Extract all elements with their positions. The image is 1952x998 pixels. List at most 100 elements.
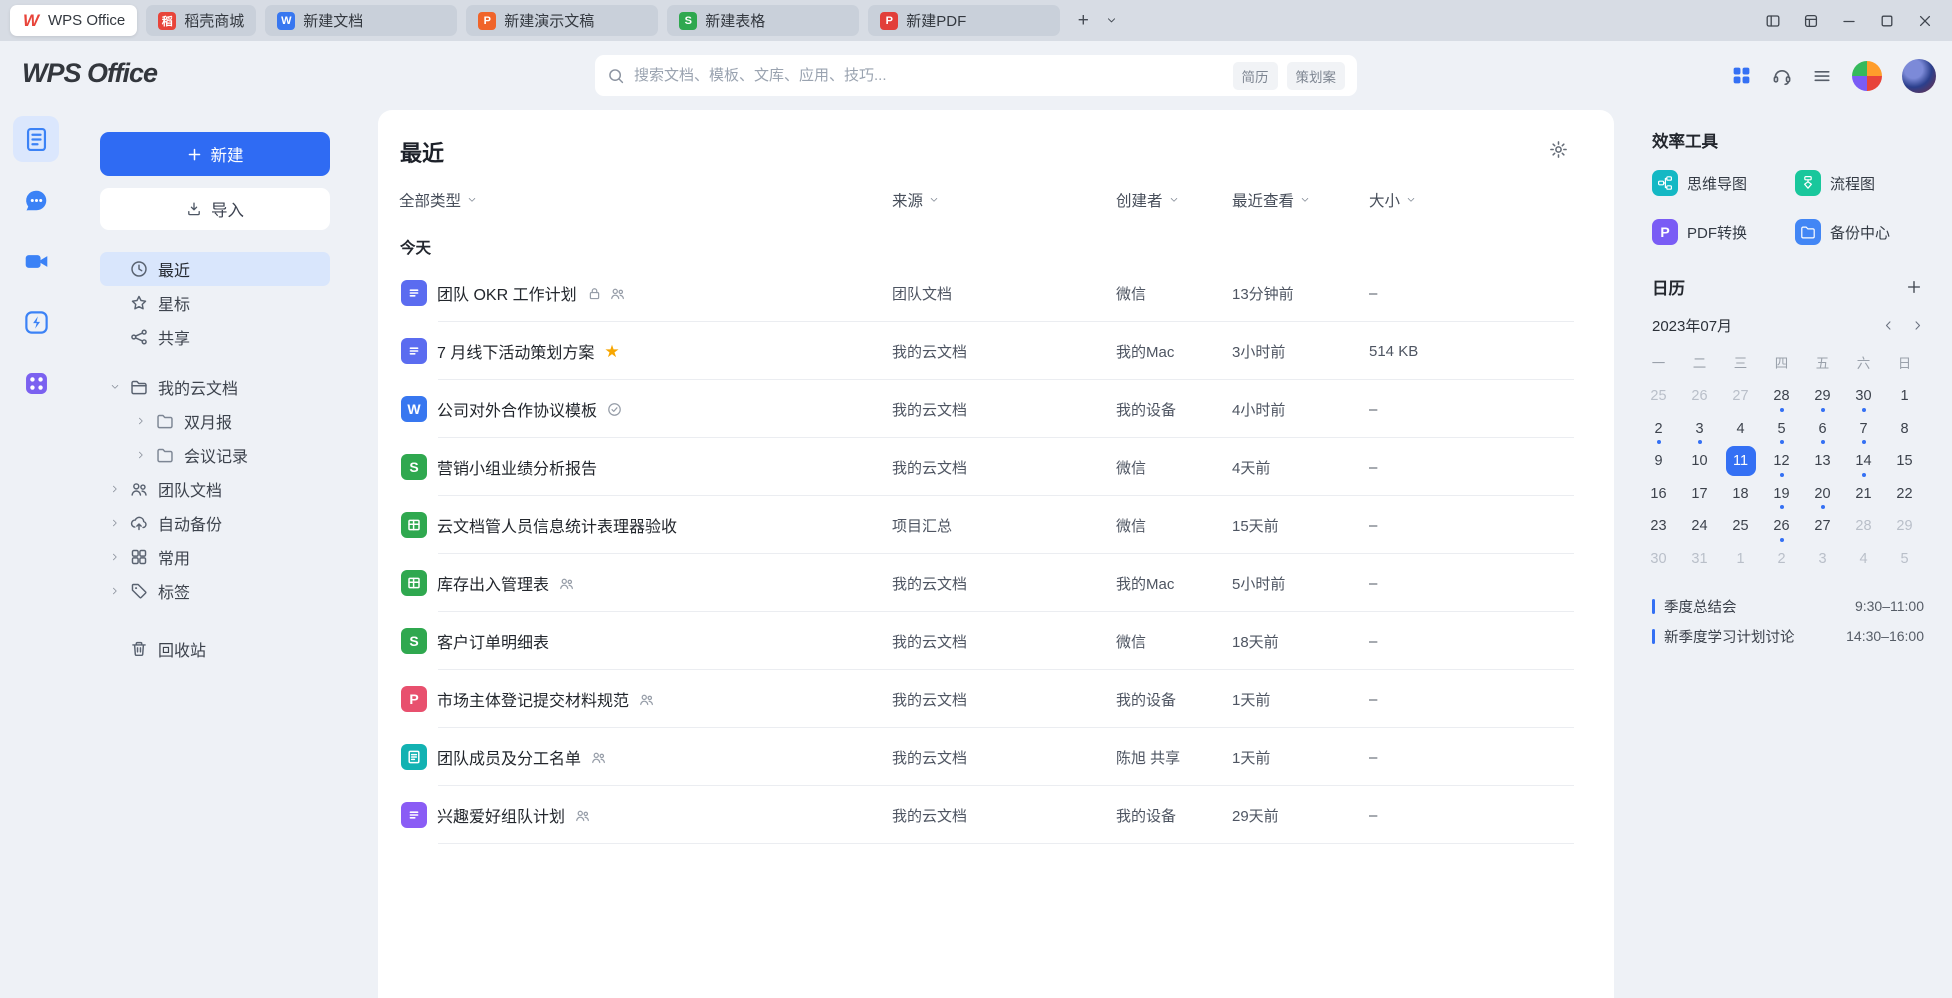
sidebar-item-团队文档[interactable]: 团队文档	[100, 472, 330, 506]
chevron-right-icon[interactable]	[126, 416, 156, 426]
file-row[interactable]: 兴趣爱好组队计划我的云文档我的设备29天前–	[378, 786, 1614, 844]
meeting-rail-icon[interactable]	[13, 238, 59, 284]
filter-创建者[interactable]: 创建者	[1116, 189, 1232, 211]
support-headset-icon[interactable]	[1772, 66, 1792, 86]
calendar-day-12[interactable]: 12	[1761, 445, 1802, 478]
tab-新建演示文稿[interactable]: P新建演示文稿	[466, 5, 658, 36]
calendar-day-2[interactable]: 2	[1638, 413, 1679, 446]
calendar-day-6[interactable]: 6	[1802, 413, 1843, 446]
sidebar-item-标签[interactable]: 标签	[100, 574, 330, 608]
calendar-day-23[interactable]: 23	[1638, 510, 1679, 543]
tab-新建文档[interactable]: W新建文档	[265, 5, 457, 36]
apps-rail-icon[interactable]	[13, 360, 59, 406]
chevron-right-icon[interactable]	[100, 552, 130, 562]
chevron-right-icon[interactable]	[100, 586, 130, 596]
sidebar-item-我的云文档[interactable]: 我的云文档	[100, 370, 330, 404]
calendar-day-5[interactable]: 5	[1761, 413, 1802, 446]
calendar-day-27[interactable]: 27	[1720, 380, 1761, 413]
search-tag-resume[interactable]: 简历	[1233, 62, 1278, 90]
search-tag-plan[interactable]: 策划案	[1287, 62, 1346, 90]
calendar-day-24[interactable]: 24	[1679, 510, 1720, 543]
calendar-day-9[interactable]: 9	[1638, 445, 1679, 478]
calendar-day-1[interactable]: 1	[1720, 543, 1761, 576]
calendar-day-31[interactable]: 31	[1679, 543, 1720, 576]
calendar-day-29[interactable]: 29	[1884, 510, 1925, 543]
filter-大小[interactable]: 大小	[1369, 189, 1614, 211]
calendar-day-21[interactable]: 21	[1843, 478, 1884, 511]
calendar-day-8[interactable]: 8	[1884, 413, 1925, 446]
calendar-event[interactable]: 季度总结会9:30–11:00	[1652, 591, 1952, 621]
tool-备份中心[interactable]: 备份中心	[1795, 219, 1938, 245]
close-icon[interactable]	[1908, 6, 1942, 36]
calendar-day-25[interactable]: 25	[1720, 510, 1761, 543]
file-row[interactable]: S营销小组业绩分析报告我的云文档微信4天前–	[378, 438, 1614, 496]
calendar-day-17[interactable]: 17	[1679, 478, 1720, 511]
tool-流程图[interactable]: 流程图	[1795, 170, 1938, 196]
maximize-icon[interactable]	[1870, 6, 1904, 36]
calendar-prev-icon[interactable]	[1882, 319, 1895, 332]
messages-rail-icon[interactable]	[13, 177, 59, 223]
calendar-day-30[interactable]: 30	[1638, 543, 1679, 576]
chevron-right-icon[interactable]	[126, 450, 156, 460]
calendar-day-28[interactable]: 28	[1843, 510, 1884, 543]
calendar-day-22[interactable]: 22	[1884, 478, 1925, 511]
gear-icon[interactable]	[1549, 140, 1568, 159]
sidebar-item-会议记录[interactable]: 会议记录	[100, 438, 330, 472]
calendar-day-20[interactable]: 20	[1802, 478, 1843, 511]
calendar-day-25[interactable]: 25	[1638, 380, 1679, 413]
calendar-day-29[interactable]: 29	[1802, 380, 1843, 413]
user-avatar[interactable]	[1902, 59, 1936, 93]
calendar-day-10[interactable]: 10	[1679, 445, 1720, 478]
calendar-day-30[interactable]: 30	[1843, 380, 1884, 413]
search-bar[interactable]: 简历 策划案	[595, 55, 1357, 96]
calendar-day-5[interactable]: 5	[1884, 543, 1925, 576]
calendar-day-16[interactable]: 16	[1638, 478, 1679, 511]
calendar-day-1[interactable]: 1	[1884, 380, 1925, 413]
file-row[interactable]: 团队 OKR 工作计划团队文档微信13分钟前–	[378, 264, 1614, 322]
search-input[interactable]	[634, 67, 1224, 84]
calendar-day-27[interactable]: 27	[1802, 510, 1843, 543]
calendar-day-14[interactable]: 14	[1843, 445, 1884, 478]
chevron-right-icon[interactable]	[100, 484, 130, 494]
calendar-day-26[interactable]: 26	[1679, 380, 1720, 413]
calendar-day-13[interactable]: 13	[1802, 445, 1843, 478]
calendar-day-4[interactable]: 4	[1720, 413, 1761, 446]
file-row[interactable]: 7 月线下活动策划方案★我的云文档我的Mac3小时前514 KB	[378, 322, 1614, 380]
tab-新建表格[interactable]: S新建表格	[667, 5, 859, 36]
file-row[interactable]: 团队成员及分工名单我的云文档陈旭 共享1天前–	[378, 728, 1614, 786]
tab-WPS Office[interactable]: WWPS Office	[10, 5, 137, 36]
file-row[interactable]: P市场主体登记提交材料规范我的云文档我的设备1天前–	[378, 670, 1614, 728]
sidebar-item-星标[interactable]: 星标	[100, 286, 330, 320]
calendar-day-3[interactable]: 3	[1802, 543, 1843, 576]
import-button[interactable]: 导入	[100, 188, 330, 230]
menu-icon[interactable]	[1812, 66, 1832, 86]
filter-来源[interactable]: 来源	[892, 189, 1116, 211]
calendar-day-2[interactable]: 2	[1761, 543, 1802, 576]
filter-最近查看[interactable]: 最近查看	[1232, 189, 1369, 211]
tab-list-chevron[interactable]	[1097, 7, 1125, 35]
apps-grid-icon[interactable]	[1731, 65, 1752, 86]
file-row[interactable]: S客户订单明细表我的云文档微信18天前–	[378, 612, 1614, 670]
chevron-down-icon[interactable]	[100, 382, 130, 392]
sidebar-item-常用[interactable]: 常用	[100, 540, 330, 574]
wps-member-ball-icon[interactable]	[1852, 61, 1882, 91]
sidebar-item-最近[interactable]: 最近	[100, 252, 330, 286]
calendar-add-icon[interactable]	[1906, 279, 1922, 295]
new-tab-button[interactable]: +	[1069, 7, 1097, 35]
tool-思维导图[interactable]: 思维导图	[1652, 170, 1795, 196]
documents-rail-icon[interactable]	[13, 116, 59, 162]
calendar-day-18[interactable]: 18	[1720, 478, 1761, 511]
file-row[interactable]: 库存出入管理表我的云文档我的Mac5小时前–	[378, 554, 1614, 612]
sidebar-toggle-icon[interactable]	[1756, 6, 1790, 36]
workspace-icon[interactable]	[1794, 6, 1828, 36]
tab-新建PDF[interactable]: P新建PDF	[868, 5, 1060, 36]
sidebar-item-trash[interactable]: 回收站	[100, 632, 330, 666]
chevron-right-icon[interactable]	[100, 518, 130, 528]
filter-全部类型[interactable]: 全部类型	[399, 189, 892, 211]
calendar-day-28[interactable]: 28	[1761, 380, 1802, 413]
file-row[interactable]: W公司对外合作协议模板我的云文档我的设备4小时前–	[378, 380, 1614, 438]
quick-transfer-rail-icon[interactable]	[13, 299, 59, 345]
calendar-day-4[interactable]: 4	[1843, 543, 1884, 576]
calendar-day-19[interactable]: 19	[1761, 478, 1802, 511]
file-row[interactable]: 云文档管人员信息统计表理器验收项目汇总微信15天前–	[378, 496, 1614, 554]
